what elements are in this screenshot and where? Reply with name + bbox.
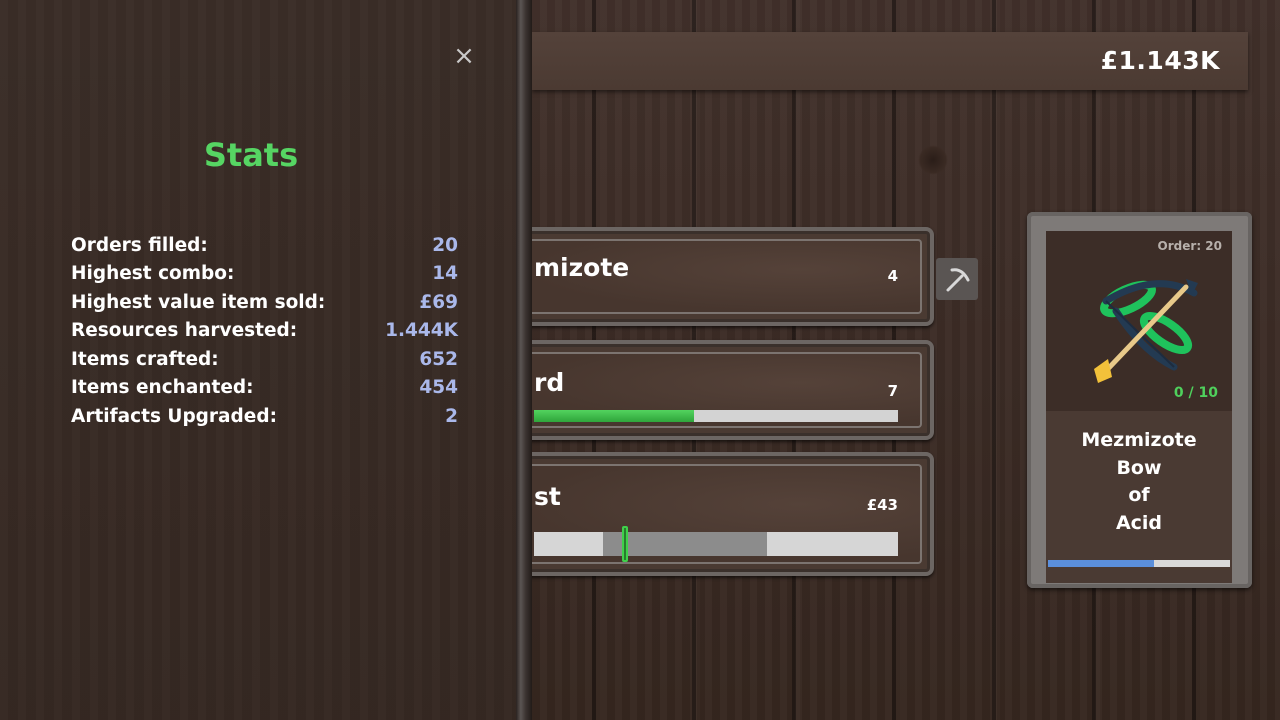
wood-knot <box>918 145 948 175</box>
stat-label: Orders filled: <box>71 234 208 256</box>
close-button[interactable]: × <box>452 43 476 69</box>
order-name-line: Bow <box>1116 456 1162 479</box>
stat-label: Highest combo: <box>71 262 235 284</box>
order-count: 0 / 10 <box>1173 385 1218 401</box>
order-card[interactable]: Order: 20 0 / 10 Mezmizote Bow of Acid <box>1027 212 1252 588</box>
order-progress-track <box>1048 560 1230 567</box>
stat-label: Resources harvested: <box>71 319 298 341</box>
order-name-line: Mezmizote <box>1081 429 1197 451</box>
stat-value: 652 <box>419 348 458 370</box>
stat-row: Orders filled: 20 <box>71 231 458 259</box>
stat-value: 454 <box>419 376 458 398</box>
pickaxe-icon <box>946 268 970 292</box>
stat-value: 1.444K <box>385 319 458 341</box>
stat-label: Items crafted: <box>71 348 219 370</box>
stats-panel: × Stats Orders filled: 20 Highest combo:… <box>0 0 520 720</box>
stat-value: 2 <box>445 405 458 427</box>
task-card-2[interactable]: rd 7 <box>520 340 934 440</box>
order-name-line: of <box>1128 484 1150 506</box>
panel-divider <box>516 0 532 720</box>
stat-row: Items crafted: 652 <box>71 345 458 373</box>
money-value: £1.143K <box>1100 46 1220 75</box>
stat-row: Highest combo: 14 <box>71 259 458 287</box>
task-value: 4 <box>887 267 898 285</box>
stat-label: Items enchanted: <box>71 376 254 398</box>
bow-arrow-icon <box>1094 279 1198 383</box>
stat-value: £69 <box>419 291 458 313</box>
order-progress-fill <box>1048 560 1154 567</box>
task-title: rd <box>534 368 565 397</box>
stat-row: Items enchanted: 454 <box>71 373 458 401</box>
task-progress-fill <box>534 410 695 422</box>
stat-row: Artifacts Upgraded: 2 <box>71 402 458 430</box>
task-title: st <box>534 482 561 511</box>
timing-bar[interactable] <box>534 526 898 562</box>
stat-value: 20 <box>432 234 458 256</box>
stats-title: Stats <box>203 136 299 174</box>
money-bar: £1.143K <box>532 32 1248 90</box>
stat-value: 14 <box>432 262 458 284</box>
task-card-inner: mizote 4 <box>520 239 922 314</box>
task-card-1[interactable]: mizote 4 <box>520 227 934 326</box>
order-image: Order: 20 0 / 10 <box>1046 231 1232 411</box>
timing-marker[interactable] <box>622 526 628 562</box>
order-name-line: Acid <box>1115 511 1163 534</box>
stat-label: Highest value item sold: <box>71 291 326 313</box>
task-progress-track <box>534 410 898 422</box>
task-value: £43 <box>866 496 898 514</box>
order-card-inner: Order: 20 0 / 10 Mezmizote Bow of Acid <box>1046 231 1232 583</box>
pickaxe-button[interactable] <box>936 258 978 300</box>
stat-row: Resources harvested: 1.444K <box>71 316 458 344</box>
task-card-inner: st £43 <box>520 464 922 564</box>
task-title: mizote <box>534 253 630 282</box>
stat-row: Highest value item sold: £69 <box>71 288 458 316</box>
order-item-name: Mezmizote Bow of Acid <box>1046 427 1232 537</box>
task-value: 7 <box>887 382 898 400</box>
task-card-3[interactable]: st £43 <box>520 452 934 576</box>
stat-label: Artifacts Upgraded: <box>71 405 277 427</box>
task-card-inner: rd 7 <box>520 352 922 428</box>
